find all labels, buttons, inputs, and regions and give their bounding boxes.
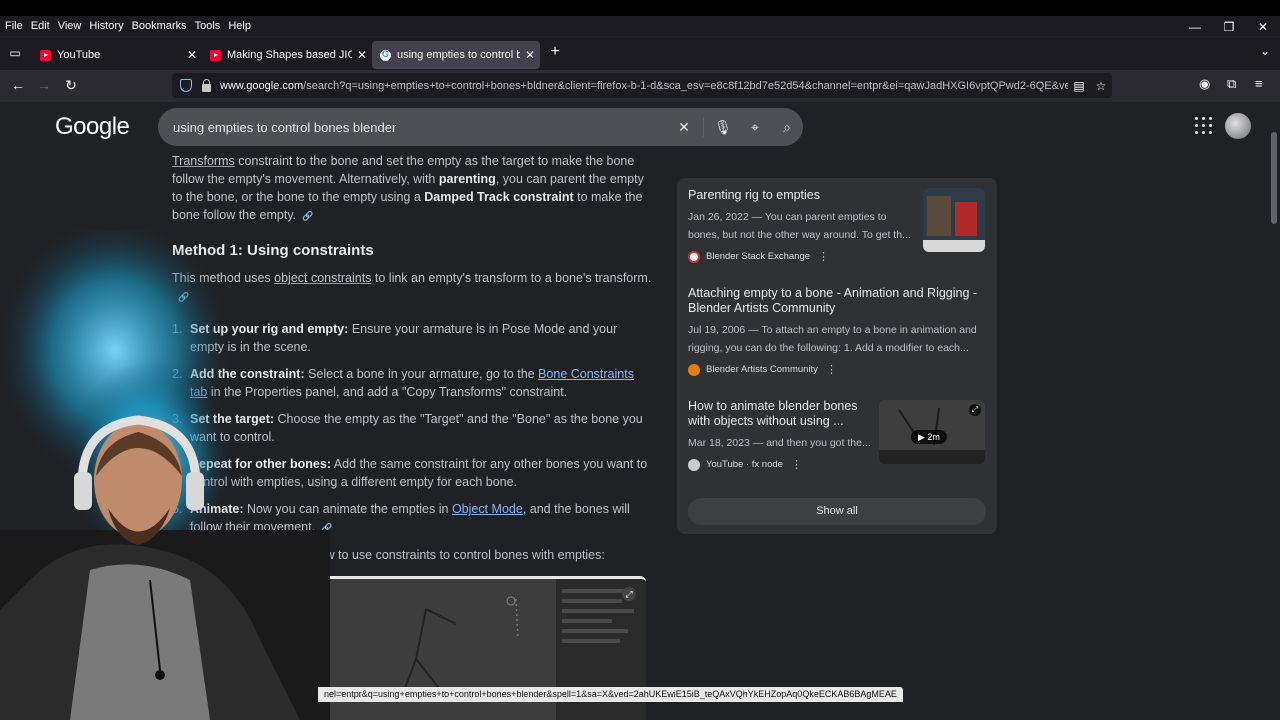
sources-panel: Parenting rig to empties Jan 26, 2022 — … — [677, 178, 997, 534]
google-apps-icon[interactable] — [1195, 117, 1213, 135]
new-tab-button[interactable]: + — [546, 43, 564, 63]
stack-exchange-icon — [688, 250, 700, 263]
status-bar-url: nel=entpr&q=using+empties+to+control+bon… — [318, 687, 903, 702]
page-scrollbar[interactable] — [1268, 102, 1280, 720]
tab-making-shapes[interactable]: Making Shapes based JIGGLE CO ✕ — [202, 41, 372, 69]
close-tab-icon[interactable]: ✕ — [352, 48, 372, 62]
google-icon — [380, 49, 391, 61]
menu-bookmarks[interactable]: Bookmarks — [131, 20, 194, 32]
menu-history[interactable]: History — [88, 20, 130, 32]
tab-title: Making Shapes based JIGGLE CO — [227, 49, 352, 61]
tab-list-icon[interactable]: ▭ — [6, 46, 24, 62]
search-icon[interactable]: ⌕ — [771, 119, 803, 136]
search-input[interactable]: using empties to control bones blender — [158, 120, 668, 135]
object-mode-link[interactable]: Object Mode — [452, 502, 523, 516]
reload-button[interactable]: ↻ — [61, 75, 81, 95]
youtube-icon — [40, 49, 51, 61]
method-text: to link an empty's transform to a bone's… — [371, 271, 652, 285]
menu-tools[interactable]: Tools — [194, 20, 228, 32]
method-heading: Method 1: Using constraints — [172, 242, 374, 259]
back-button[interactable]: ← — [8, 75, 28, 95]
method-description: This method uses object constraints to l… — [172, 269, 652, 306]
minimize-button[interactable]: — — [1178, 16, 1212, 38]
source-name: YouTube · fx node — [706, 459, 783, 470]
source-snippet: Jul 19, 2006 — To attach an empty to a b… — [688, 324, 977, 354]
reader-view-icon[interactable]: ▤ — [1068, 79, 1090, 93]
more-options-icon[interactable]: ⋮ — [818, 250, 829, 263]
video-duration: 2m — [927, 432, 940, 442]
tab-title: YouTube — [57, 49, 101, 61]
streamer-webcam — [0, 415, 330, 720]
microphone-icon[interactable]: 🎙 — [707, 119, 739, 136]
channel-avatar — [688, 458, 700, 471]
expand-icon[interactable]: ⤢ — [622, 587, 636, 601]
screen-top-edge — [0, 0, 1280, 16]
tab-youtube[interactable]: YouTube ✕ — [32, 41, 202, 69]
video-thumbnail[interactable]: ▶ 2m ⤢ — [879, 400, 985, 464]
close-window-button[interactable]: ✕ — [1246, 16, 1280, 38]
menu-icon[interactable]: ≡ — [1255, 76, 1263, 96]
youtube-icon — [210, 49, 221, 61]
menu-file[interactable]: File — [4, 20, 30, 32]
menu-edit[interactable]: Edit — [30, 20, 57, 32]
restore-button[interactable]: ❐ — [1212, 16, 1246, 38]
parenting-term: parenting — [438, 172, 496, 186]
video-duration-badge: ▶ 2m — [911, 430, 947, 444]
thumbnail-image — [923, 188, 985, 252]
account-icon[interactable]: ◉ — [1199, 76, 1210, 96]
more-options-icon[interactable]: ⋮ — [791, 458, 802, 471]
scrollbar-thumb[interactable] — [1271, 132, 1277, 224]
link-icon[interactable]: 🔗 — [302, 207, 313, 225]
show-all-button[interactable]: Show all — [688, 498, 986, 525]
blender-artists-icon — [688, 363, 700, 376]
window-controls: — ❐ ✕ — [1178, 16, 1280, 38]
menu-help[interactable]: Help — [227, 20, 258, 32]
expand-icon[interactable]: ⤢ — [969, 404, 981, 416]
tracking-protection-icon[interactable] — [180, 79, 192, 92]
bookmark-star-icon[interactable]: ☆ — [1090, 79, 1112, 93]
extensions-icon[interactable]: ⧉ — [1227, 76, 1236, 96]
source-snippet: Mar 18, 2023 — and then you got the... — [688, 437, 871, 449]
menu-bar: File Edit View History Bookmarks Tools H… — [0, 16, 1280, 36]
chevron-down-icon[interactable]: ⌄ — [1260, 44, 1270, 58]
source-name: Blender Artists Community — [706, 364, 818, 375]
list-item: 1. Set up your rig and empty: Ensure you… — [172, 320, 652, 356]
source-title[interactable]: Parenting rig to empties — [688, 188, 903, 203]
search-box[interactable]: using empties to control bones blender ✕… — [158, 108, 803, 146]
lock-icon[interactable] — [202, 78, 211, 92]
tab-bar: ▭ YouTube ✕ Making Shapes based JIGGLE C… — [0, 38, 1280, 70]
more-options-icon[interactable]: ⋮ — [826, 363, 837, 376]
source-title[interactable]: Attaching empty to a bone - Animation an… — [688, 286, 983, 316]
transforms-term[interactable]: Transforms — [172, 154, 235, 168]
source-name: Blender Stack Exchange — [706, 251, 811, 262]
source-title[interactable]: How to animate blender bones with object… — [688, 399, 868, 429]
url-domain: www.google.com — [220, 79, 304, 92]
tab-google-search[interactable]: using empties to control bones ✕ — [372, 41, 540, 69]
address-bar[interactable]: www.google.com/search?q=using+empties+to… — [172, 73, 1112, 98]
damped-track-term: Damped Track constraint — [424, 190, 574, 204]
source-snippet: Jan 26, 2022 — You can parent empties to… — [688, 211, 911, 241]
url-path: /search?q=using+empties+to+control+bones… — [303, 79, 1068, 92]
close-tab-icon[interactable]: ✕ — [520, 48, 540, 62]
tab-title: using empties to control bones — [397, 49, 520, 61]
url-text[interactable]: www.google.com/search?q=using+empties+to… — [220, 80, 1068, 92]
intro-paragraph: Transforms constraint to the bone and se… — [172, 152, 652, 225]
source-site: Blender Artists Community ⋮ — [688, 363, 988, 376]
lens-icon[interactable]: ⌖ — [739, 119, 771, 136]
source-card-attaching[interactable]: Attaching empty to a bone - Animation an… — [688, 286, 988, 376]
account-avatar[interactable] — [1225, 113, 1251, 139]
source-thumbnail[interactable] — [923, 188, 985, 252]
clear-search-icon[interactable]: ✕ — [668, 119, 700, 136]
menu-view[interactable]: View — [57, 20, 89, 32]
object-constraints-term[interactable]: object constraints — [274, 271, 371, 285]
google-logo[interactable]: Google — [55, 113, 130, 141]
step-text: Select a bone in your armature, go to th… — [304, 367, 539, 381]
forward-button[interactable]: → — [34, 75, 54, 95]
close-tab-icon[interactable]: ✕ — [182, 48, 202, 62]
search-divider — [703, 117, 704, 137]
